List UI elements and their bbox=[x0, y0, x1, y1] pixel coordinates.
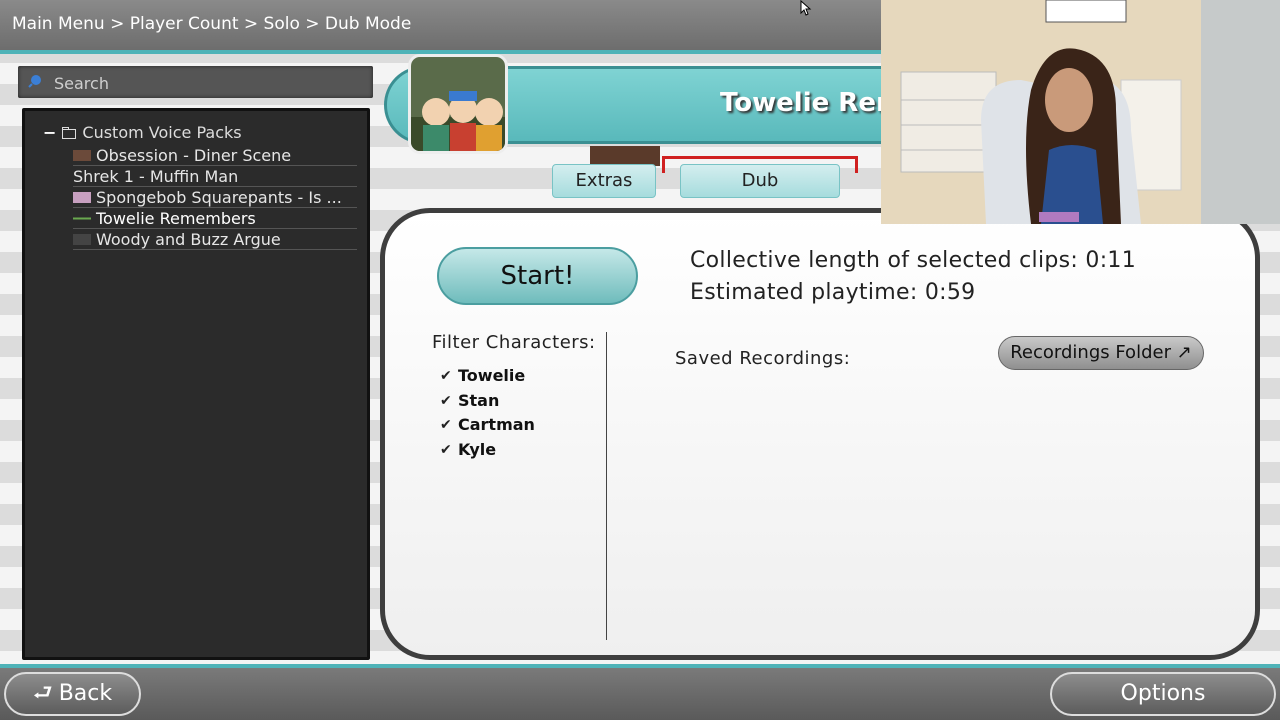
character-filter-cartman[interactable]: ✔ Cartman bbox=[440, 415, 535, 434]
tree-item-label: Shrek 1 - Muffin Man bbox=[73, 166, 239, 186]
tree-item-towelie-remembers[interactable]: Towelie Remembers bbox=[73, 208, 357, 229]
character-name: Stan bbox=[458, 391, 500, 410]
tree-item-woody-buzz[interactable]: Woody and Buzz Argue bbox=[73, 229, 357, 250]
character-filter-stan[interactable]: ✔ Stan bbox=[440, 391, 499, 410]
webcam-image bbox=[881, 0, 1280, 224]
folder-icon bbox=[62, 126, 77, 139]
clip-title: Towelie Rer bbox=[720, 88, 889, 118]
character-filter-towelie[interactable]: ✔ Towelie bbox=[440, 366, 525, 385]
estimated-playtime-text: Estimated playtime: 0:59 bbox=[690, 280, 976, 305]
checkmark-icon[interactable]: ✔ bbox=[440, 393, 452, 409]
start-button[interactable]: Start! bbox=[437, 247, 638, 305]
tree-item-obsession[interactable]: Obsession - Diner Scene bbox=[73, 145, 357, 166]
saved-recordings-label: Saved Recordings: bbox=[675, 348, 851, 369]
search-input[interactable] bbox=[52, 71, 356, 95]
voice-pack-tree: − Custom Voice Packs Obsession - Diner S… bbox=[22, 108, 370, 660]
character-filter-kyle[interactable]: ✔ Kyle bbox=[440, 440, 496, 459]
tree-item-label: Spongebob Squarepants - Is ... bbox=[96, 187, 342, 207]
mouse-cursor-icon bbox=[800, 0, 812, 16]
tree-item-shrek[interactable]: Shrek 1 - Muffin Man bbox=[73, 166, 357, 187]
tree-item-spongebob[interactable]: Spongebob Squarepants - Is ... bbox=[73, 187, 357, 208]
recordings-folder-button[interactable]: Recordings Folder ↗ bbox=[998, 336, 1204, 370]
search-icon bbox=[28, 75, 41, 88]
collapse-icon[interactable]: − bbox=[43, 123, 56, 142]
collective-length-text: Collective length of selected clips: 0:1… bbox=[690, 248, 1136, 273]
back-label: Back bbox=[58, 681, 113, 706]
search-bar bbox=[18, 66, 373, 98]
character-name: Cartman bbox=[458, 415, 535, 434]
clip-poster-image bbox=[408, 54, 508, 154]
back-button[interactable]: ⮐ Back bbox=[4, 672, 141, 716]
clip-thumbnail bbox=[73, 191, 91, 203]
tree-item-label: Obsession - Diner Scene bbox=[96, 145, 292, 165]
clip-thumbnail bbox=[73, 149, 91, 161]
tab-extras[interactable]: Extras bbox=[552, 164, 656, 198]
checkmark-icon[interactable]: ✔ bbox=[440, 368, 452, 384]
filter-characters-label: Filter Characters: bbox=[432, 332, 596, 353]
checkmark-icon[interactable]: ✔ bbox=[440, 417, 452, 433]
tree-root-custom-voice-packs[interactable]: − Custom Voice Packs bbox=[43, 123, 242, 142]
panel-divider bbox=[606, 332, 607, 640]
checkmark-icon[interactable]: ✔ bbox=[440, 442, 452, 458]
tab-thumbnail bbox=[590, 146, 660, 166]
clip-thumbnail bbox=[73, 212, 91, 224]
back-arrow-icon: ⮐ bbox=[32, 681, 53, 706]
tab-dub[interactable]: Dub bbox=[680, 164, 840, 198]
tree-item-label: Woody and Buzz Argue bbox=[96, 229, 281, 249]
tree-root-label: Custom Voice Packs bbox=[82, 123, 242, 142]
character-name: Kyle bbox=[458, 440, 497, 459]
breadcrumb: Main Menu > Player Count > Solo > Dub Mo… bbox=[12, 14, 412, 34]
poster-art bbox=[411, 57, 505, 151]
clip-thumbnail bbox=[73, 233, 91, 245]
options-button[interactable]: Options bbox=[1050, 672, 1276, 716]
tree-item-label: Towelie Remembers bbox=[96, 208, 256, 228]
character-name: Towelie bbox=[458, 366, 526, 385]
webcam-overlay bbox=[881, 0, 1280, 224]
